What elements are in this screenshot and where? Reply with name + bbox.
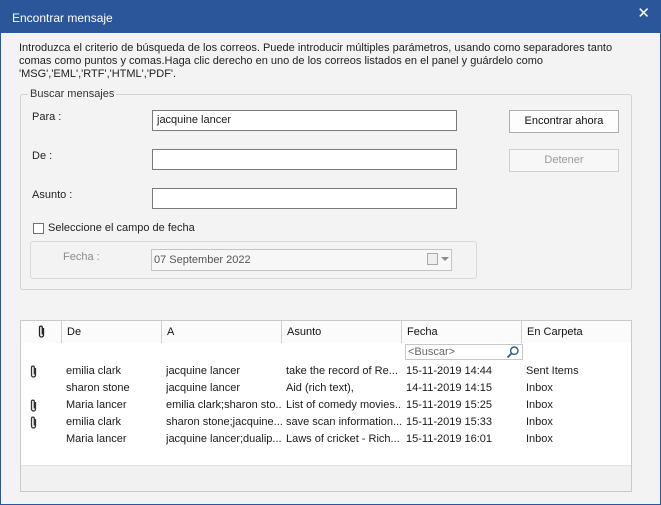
date-picker[interactable]: 07 September 2022 [151, 249, 452, 271]
cell-a: jacquine lancer;dualip... [166, 433, 282, 445]
table-row[interactable]: sharon stone jacquine lancer Aid (rich tex… [21, 380, 631, 397]
cell-asunto: save scan information... [286, 416, 402, 428]
column-header-de[interactable]: De [62, 321, 162, 343]
cell-fecha: 15-11-2019 14:44 [406, 365, 493, 377]
find-message-dialog: Encontrar mensaje ✕ Introduzca el criter… [0, 0, 661, 505]
stop-button[interactable]: Detener [509, 149, 619, 172]
paperclip-icon [38, 325, 45, 338]
close-icon[interactable]: ✕ [637, 6, 650, 22]
attachment-icon [30, 416, 37, 429]
chevron-down-icon[interactable] [441, 257, 449, 261]
calendar-icon[interactable] [427, 253, 438, 265]
instructions-text: Introduzca el criterio de búsqueda de lo… [19, 42, 613, 80]
attachment-icon [30, 365, 37, 378]
fecha-label: Fecha : [63, 251, 100, 263]
cell-fecha: 15-11-2019 16:01 [406, 433, 493, 445]
window-title: Encontrar mensaje [12, 11, 113, 25]
find-now-button[interactable]: Encontrar ahora [509, 110, 619, 133]
table-row[interactable]: Maria lancer emilia clark;sharon sto... Li… [21, 397, 631, 414]
cell-de: emilia clark [66, 365, 122, 377]
date-checkbox-label[interactable]: Seleccione el campo de fecha [48, 222, 195, 234]
grid-header: De A Asunto Fecha En Carpeta [21, 321, 631, 344]
results-grid: De A Asunto Fecha En Carpeta <Buscar> em… [20, 320, 632, 492]
attachment-icon [30, 399, 37, 412]
cell-fecha: 15-11-2019 15:33 [406, 416, 493, 428]
column-header-fecha[interactable]: Fecha [402, 321, 522, 343]
search-icon[interactable] [506, 345, 520, 359]
attachment-column-header[interactable] [21, 321, 62, 343]
cell-de: Maria lancer [66, 399, 127, 411]
cell-asunto: Aid (rich text), [286, 382, 354, 394]
cell-carpeta: Inbox [526, 416, 553, 428]
de-label: De : [32, 150, 53, 162]
asunto-field[interactable] [152, 188, 457, 209]
cell-fecha: 14-11-2019 14:15 [406, 382, 493, 394]
de-field[interactable] [152, 149, 457, 170]
column-header-asunto[interactable]: Asunto [282, 321, 402, 343]
cell-carpeta: Sent Items [526, 365, 579, 377]
search-group-legend: Buscar mensajes [28, 88, 117, 100]
date-checkbox[interactable] [33, 223, 44, 234]
date-value: 07 September 2022 [154, 254, 251, 266]
para-label: Para : [32, 111, 62, 123]
cell-de: Maria lancer [66, 433, 127, 445]
cell-a: sharon stone;jacquine... [166, 416, 282, 428]
table-row[interactable]: emilia clark sharon stone;jacquine... save… [21, 414, 631, 431]
cell-a: jacquine lancer [166, 365, 240, 377]
column-header-a[interactable]: A [162, 321, 282, 343]
title-bar: Encontrar mensaje ✕ [1, 1, 660, 33]
table-row[interactable]: emilia clark jacquine lancer take the reco… [21, 363, 631, 380]
cell-carpeta: Inbox [526, 382, 553, 394]
cell-a: emilia clark;sharon sto... [166, 399, 282, 411]
cell-asunto: List of comedy movies... [286, 399, 402, 411]
cell-carpeta: Inbox [526, 433, 553, 445]
filter-row [21, 343, 631, 361]
cell-de: sharon stone [66, 382, 130, 394]
cell-asunto: Laws of cricket - Rich... [286, 433, 400, 445]
para-field[interactable]: jacquine lancer [152, 110, 457, 131]
grid-footer [21, 465, 631, 491]
asunto-label: Asunto : [32, 189, 73, 201]
cell-a: jacquine lancer [166, 382, 240, 394]
cell-de: emilia clark [66, 416, 122, 428]
cell-carpeta: Inbox [526, 399, 553, 411]
cell-fecha: 15-11-2019 15:25 [406, 399, 493, 411]
table-row[interactable]: Maria lancer jacquine lancer;dualip... Law… [21, 431, 631, 448]
cell-asunto: take the record of Re... [286, 365, 398, 377]
column-header-carpeta[interactable]: En Carpeta [522, 321, 631, 343]
